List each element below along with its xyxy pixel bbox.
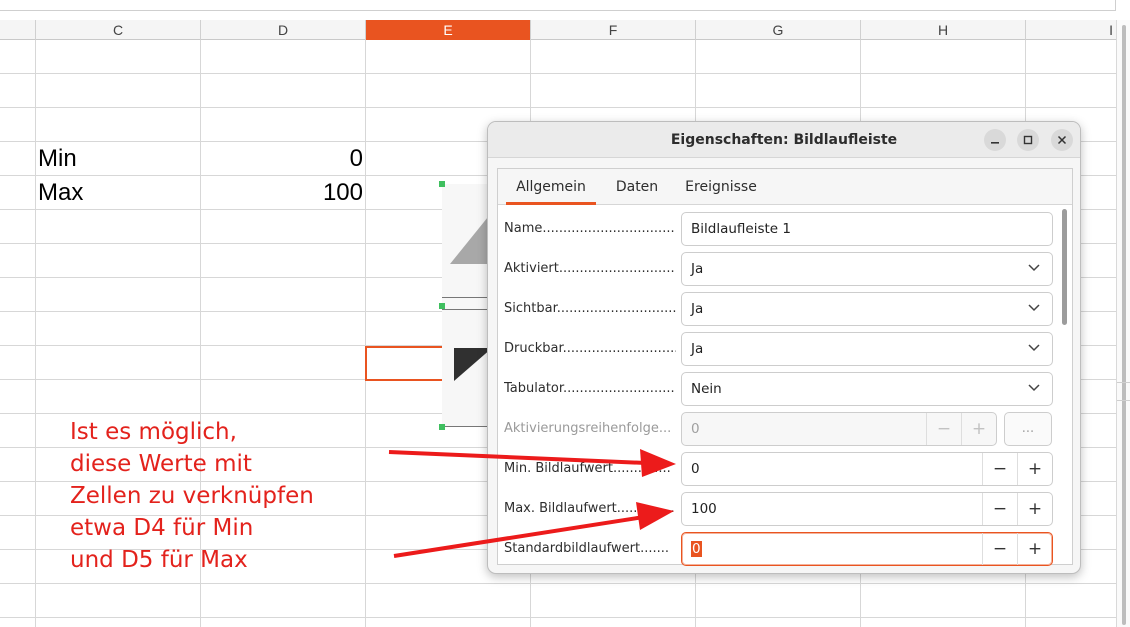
tab-panel: Allgemein Daten Ereignisse Name.........…: [497, 168, 1073, 566]
scroll-thumb[interactable]: [1122, 25, 1126, 625]
tabulator-value: Nein: [691, 381, 722, 397]
row-max-bildlaufwert: Max. Bildlaufwert.............. 100 − +: [504, 492, 1056, 526]
sheet-vertical-scrollbar[interactable]: [1116, 20, 1130, 627]
formula-bar-area: [0, 0, 1130, 20]
tabulator-label: Tabulator...........................: [504, 381, 675, 396]
annotation-line: und D5 für Max: [70, 547, 248, 573]
aktiviert-label: Aktiviert............................: [504, 261, 675, 276]
column-header-e[interactable]: E: [366, 20, 531, 40]
minimize-icon: [991, 142, 999, 144]
sichtbar-select[interactable]: Ja: [681, 292, 1053, 326]
aktivierungsreihenfolge-value: 0: [691, 421, 700, 437]
max-decrement-button[interactable]: −: [982, 493, 1017, 525]
column-header-i[interactable]: I: [1026, 20, 1116, 40]
maximize-icon: [1023, 135, 1033, 145]
annotation-line: diese Werte mit: [70, 451, 252, 477]
column-header-f[interactable]: F: [531, 20, 696, 40]
column-header-h[interactable]: H: [861, 20, 1026, 40]
name-label: Name.................................: [504, 221, 676, 236]
tab-bar: Allgemein Daten Ereignisse: [498, 169, 1072, 205]
row-min-bildlaufwert: Min. Bildlaufwert.............. 0 − +: [504, 452, 1056, 486]
tab-ereignisse[interactable]: Ereignisse: [678, 169, 764, 205]
column-header-bar: C D E F G H I: [0, 20, 1130, 40]
close-icon: [1057, 135, 1067, 145]
tab-order-dialog-button[interactable]: ...: [1004, 412, 1052, 446]
cell-d4[interactable]: 0: [205, 142, 363, 176]
row-aktiviert: Aktiviert............................ Ja: [504, 252, 1056, 286]
chevron-down-icon: [1028, 253, 1040, 285]
aktivierungsreihenfolge-label: Aktivierungsreihenfolge...: [504, 421, 672, 436]
chevron-down-icon: [1028, 293, 1040, 325]
selection-handle[interactable]: [439, 303, 445, 309]
maximize-button[interactable]: [1017, 129, 1039, 151]
standardbildlaufwert-label: Standardbildlaufwert.......: [504, 541, 670, 556]
min-bildlaufwert-value[interactable]: 0: [691, 461, 700, 477]
standard-decrement-button[interactable]: −: [982, 533, 1017, 565]
minimize-button[interactable]: [984, 129, 1006, 151]
max-bildlaufwert-label: Max. Bildlaufwert..............: [504, 501, 675, 516]
scroll-up-arrow-icon: [450, 212, 492, 264]
max-bildlaufwert-value[interactable]: 100: [691, 501, 717, 517]
min-bildlaufwert-spinfield[interactable]: 0 − +: [681, 452, 1053, 486]
row-standardbildlaufwert: Standardbildlaufwert....... 0 − +: [504, 532, 1056, 566]
scrollbar-form-control[interactable]: [442, 184, 492, 427]
row-aktivierungsreihenfolge: Aktivierungsreihenfolge... 0 − + ...: [504, 412, 1056, 446]
chevron-down-icon: [1028, 333, 1040, 365]
tabulator-select[interactable]: Nein: [681, 372, 1053, 406]
aktiviert-select[interactable]: Ja: [681, 252, 1053, 286]
annotation-line: Ist es möglich,: [70, 419, 237, 445]
sichtbar-value: Ja: [691, 301, 704, 317]
min-decrement-button[interactable]: −: [982, 453, 1017, 485]
druckbar-value: Ja: [691, 341, 704, 357]
dialog-scrollbar[interactable]: [1060, 209, 1068, 561]
dialog-scroll-thumb[interactable]: [1062, 209, 1067, 325]
properties-dialog: Eigenschaften: Bildlaufleiste Allgemein …: [487, 121, 1081, 574]
increment-button: +: [961, 413, 996, 445]
standardbildlaufwert-spinfield[interactable]: 0 − +: [681, 532, 1053, 566]
standardbildlaufwert-value[interactable]: 0: [691, 541, 702, 557]
close-button[interactable]: [1051, 129, 1073, 151]
cell-c5[interactable]: Max: [38, 176, 83, 210]
druckbar-select[interactable]: Ja: [681, 332, 1053, 366]
column-header-blank: [0, 20, 36, 40]
aktivierungsreihenfolge-spinfield: 0 − +: [681, 412, 997, 446]
chevron-down-icon: [1028, 373, 1040, 405]
row-name: Name................................. Bi…: [504, 212, 1056, 246]
min-bildlaufwert-label: Min. Bildlaufwert..............: [504, 461, 671, 476]
name-input[interactable]: Bildlaufleiste 1: [681, 212, 1053, 246]
tab-daten[interactable]: Daten: [606, 169, 668, 205]
cell-d5[interactable]: 100: [205, 176, 363, 210]
row-tabulator: Tabulator........................... Nei…: [504, 372, 1056, 406]
annotation-line: Zellen zu verknüpfen: [70, 483, 314, 509]
selection-handle[interactable]: [439, 424, 445, 430]
row-sichtbar: Sichtbar............................. Ja: [504, 292, 1056, 326]
max-increment-button[interactable]: +: [1017, 493, 1052, 525]
column-header-c[interactable]: C: [36, 20, 201, 40]
tab-allgemein[interactable]: Allgemein: [506, 169, 596, 205]
min-increment-button[interactable]: +: [1017, 453, 1052, 485]
max-bildlaufwert-spinfield[interactable]: 100 − +: [681, 492, 1053, 526]
column-header-g[interactable]: G: [696, 20, 861, 40]
druckbar-label: Druckbar............................: [504, 341, 676, 356]
decrement-button: −: [926, 413, 961, 445]
row-druckbar: Druckbar............................ Ja: [504, 332, 1056, 366]
standard-increment-button[interactable]: +: [1017, 533, 1052, 565]
aktiviert-value: Ja: [691, 261, 704, 277]
sichtbar-label: Sichtbar.............................: [504, 301, 676, 316]
dialog-titlebar[interactable]: Eigenschaften: Bildlaufleiste: [488, 122, 1080, 158]
selection-handle[interactable]: [439, 181, 445, 187]
annotation-line: etwa D4 für Min: [70, 515, 254, 541]
column-header-d[interactable]: D: [201, 20, 366, 40]
annotation-note: Ist es möglich, diese Werte mit Zellen z…: [70, 416, 314, 576]
cell-c4[interactable]: Min: [38, 142, 77, 176]
